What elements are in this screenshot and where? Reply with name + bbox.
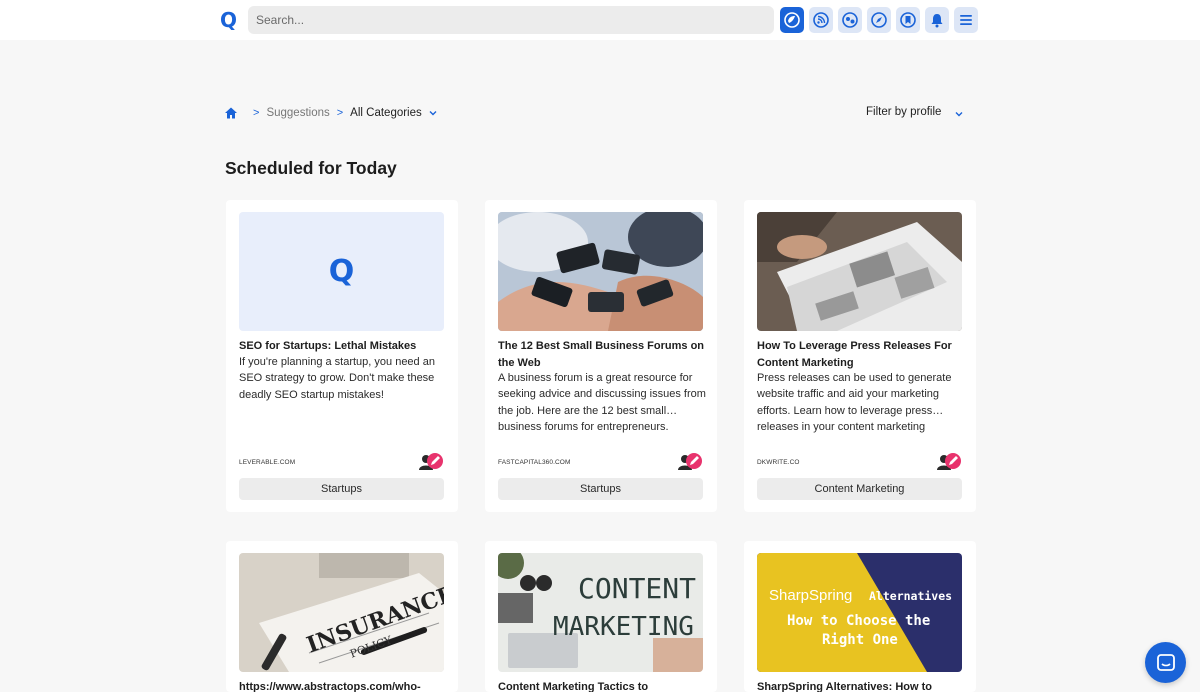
category-tag[interactable]: Startups bbox=[239, 478, 444, 500]
card-title[interactable]: The 12 Best Small Business Forums on the… bbox=[498, 338, 706, 371]
how-to-choose-text: How to Choose the bbox=[787, 613, 930, 629]
card-thumbnail: SharpSpring Alternatives How to Choose t… bbox=[757, 553, 962, 672]
filter-label: Filter by profile bbox=[866, 106, 942, 118]
profile-avatars-icon[interactable] bbox=[922, 452, 962, 470]
feeds-icon[interactable] bbox=[809, 7, 833, 33]
card-thumbnail bbox=[757, 212, 962, 331]
profile-avatars-icon[interactable] bbox=[404, 452, 444, 470]
nav-icons bbox=[780, 7, 978, 33]
bookmarks-icon[interactable] bbox=[896, 7, 920, 33]
content-text: CONTENT bbox=[578, 572, 696, 605]
top-bar: Q bbox=[0, 0, 1200, 40]
placeholder-logo: Q bbox=[328, 254, 355, 289]
profile-avatars-icon[interactable] bbox=[663, 452, 703, 470]
sharpspring-logo-text: SharpSpring bbox=[769, 587, 852, 604]
chevron-right-icon: > bbox=[253, 107, 260, 119]
chevron-down-icon bbox=[955, 112, 963, 117]
marketing-text: MARKETING bbox=[553, 612, 694, 642]
chevron-right-icon: > bbox=[336, 107, 344, 119]
content-marketing-photo: CONTENT MARKETING bbox=[498, 553, 703, 672]
app-logo[interactable]: Q bbox=[220, 8, 238, 32]
card-title[interactable]: Content Marketing Tactics to bbox=[498, 679, 706, 692]
newspaper-photo bbox=[757, 212, 962, 331]
search-input[interactable] bbox=[248, 6, 774, 34]
sharpspring-graphic: SharpSpring Alternatives How to Choose t… bbox=[757, 553, 962, 672]
card-source[interactable]: FASTCAPITAL360.COM bbox=[498, 459, 570, 466]
category-tag[interactable]: Content Marketing bbox=[757, 478, 962, 500]
insurance-photo: INSURANCE POLICY bbox=[239, 553, 444, 672]
suggestion-card[interactable]: The 12 Best Small Business Forums on the… bbox=[485, 200, 717, 512]
suggestion-card[interactable]: CONTENT MARKETING Content Marketing Tact… bbox=[485, 541, 717, 692]
menu-icon[interactable] bbox=[954, 7, 978, 33]
card-thumbnail: Q bbox=[239, 212, 444, 331]
chat-button[interactable] bbox=[1145, 642, 1186, 683]
home-icon[interactable] bbox=[224, 106, 238, 120]
card-title[interactable]: How To Leverage Press Releases For Conte… bbox=[757, 338, 965, 371]
suggestion-card[interactable]: Q SEO for Startups: Lethal Mistakes If y… bbox=[226, 200, 458, 512]
category-tag[interactable]: Startups bbox=[498, 478, 703, 500]
breadcrumb: > Suggestions > All Categories bbox=[224, 106, 438, 120]
card-description: A business forum is a great resource for… bbox=[498, 372, 706, 434]
suggestion-card[interactable]: SharpSpring Alternatives How to Choose t… bbox=[744, 541, 976, 692]
phones-photo bbox=[498, 212, 703, 331]
card-source[interactable]: LEVERABLE.COM bbox=[239, 459, 295, 466]
suggestions-icon[interactable] bbox=[780, 7, 804, 33]
notifications-icon[interactable] bbox=[925, 7, 949, 33]
suggestion-card[interactable]: How To Leverage Press Releases For Conte… bbox=[744, 200, 976, 512]
card-thumbnail: INSURANCE POLICY bbox=[239, 553, 444, 672]
card-description: If you're planning a startup, you need a… bbox=[239, 356, 435, 401]
card-title[interactable]: https://www.abstractops.com/who- bbox=[239, 679, 447, 692]
card-thumbnail: CONTENT MARKETING bbox=[498, 553, 703, 672]
card-thumbnail bbox=[498, 212, 703, 331]
accounts-icon[interactable] bbox=[838, 7, 862, 33]
card-title[interactable]: SharpSpring Alternatives: How to bbox=[757, 679, 965, 692]
suggestion-card[interactable]: INSURANCE POLICY https://www.abstractops… bbox=[226, 541, 458, 692]
card-source[interactable]: DKWRITE.CO bbox=[757, 459, 800, 466]
chat-icon bbox=[1156, 653, 1175, 671]
chevron-down-icon[interactable] bbox=[428, 108, 438, 118]
alternatives-text: Alternatives bbox=[869, 589, 952, 603]
section-title: Scheduled for Today bbox=[225, 158, 397, 178]
card-description: Press releases can be used to generate w… bbox=[757, 372, 952, 434]
card-title[interactable]: SEO for Startups: Lethal Mistakes bbox=[239, 338, 447, 355]
breadcrumb-all-categories[interactable]: All Categories bbox=[350, 107, 422, 119]
right-one-text: Right One bbox=[822, 632, 898, 648]
filter-by-profile[interactable]: Filter by profile bbox=[866, 106, 963, 118]
explore-icon[interactable] bbox=[867, 7, 891, 33]
breadcrumb-suggestions[interactable]: Suggestions bbox=[266, 107, 329, 119]
